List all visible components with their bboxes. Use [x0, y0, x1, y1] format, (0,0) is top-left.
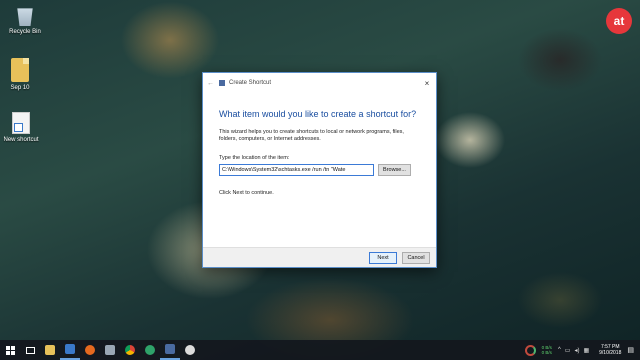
taskbar: 0 B/s 0 B/s ^ ▭ ◂) ▦ 7:57 PM 9/10/2018 ▤ [0, 340, 640, 360]
desktop-app-icon [65, 344, 75, 354]
clock[interactable]: 7:57 PM 9/10/2018 [599, 344, 621, 356]
download-speed: 0 B/s [541, 350, 552, 355]
taskbar-app-explorer[interactable] [40, 340, 60, 360]
file-explorer-icon [45, 345, 55, 355]
store-icon [105, 345, 115, 355]
shortcut-wizard-icon [165, 344, 175, 354]
browse-button[interactable]: Browse... [378, 164, 411, 176]
chevron-up-icon[interactable]: ^ [558, 347, 561, 353]
desktop-icon-label: Sep 10 [10, 85, 30, 91]
continue-hint: Click Next to continue. [219, 190, 274, 196]
photos-icon [185, 345, 195, 355]
network-speed: 0 B/s 0 B/s [542, 345, 552, 355]
dialog-description: This wizard helps you to create shortcut… [219, 129, 404, 142]
location-label: Type the location of the item: [219, 155, 290, 161]
chrome-icon [125, 345, 135, 355]
taskbar-app-store[interactable] [100, 340, 120, 360]
desktop-icon-recycle-bin[interactable]: Recycle Bin [0, 4, 51, 35]
desktop-icon-folder[interactable]: Sep 10 [0, 58, 46, 91]
task-view-icon [25, 346, 35, 354]
taskbar-app-chrome[interactable] [120, 340, 140, 360]
taskbar-app-photos[interactable] [180, 340, 200, 360]
volume-icon[interactable]: ◂) [574, 347, 579, 354]
create-shortcut-dialog: ← Create Shortcut × What item would you … [202, 72, 437, 268]
close-button[interactable]: × [418, 76, 436, 90]
shortcut-wizard-icon [219, 80, 225, 86]
windows-icon [5, 345, 15, 355]
taskbar-app-green[interactable] [140, 340, 160, 360]
taskbar-app-desktop[interactable] [60, 340, 80, 360]
dialog-footer: Next Cancel [203, 247, 436, 267]
site-logo: at [606, 8, 632, 34]
desktop-icon-new-shortcut[interactable]: New shortcut [0, 112, 47, 143]
next-button[interactable]: Next [369, 251, 397, 264]
firefox-icon [85, 345, 95, 355]
app-icon [145, 345, 155, 355]
start-button[interactable] [0, 340, 20, 360]
dialog-titlebar: ← Create Shortcut × [203, 73, 436, 93]
desktop-icon-label: New shortcut [3, 137, 39, 143]
desktop-icon-label: Recycle Bin [9, 29, 41, 35]
shortcut-icon [12, 112, 30, 134]
location-row: Browse... [219, 164, 436, 176]
task-view-button[interactable] [20, 340, 40, 360]
resource-gauge-icon[interactable] [524, 344, 536, 356]
taskbar-app-firefox[interactable] [80, 340, 100, 360]
dialog-title: Create Shortcut [229, 80, 272, 86]
folder-icon [11, 58, 29, 82]
clock-date: 9/10/2018 [599, 350, 622, 356]
back-arrow-icon[interactable]: ← [207, 80, 214, 87]
location-input[interactable] [219, 164, 374, 176]
network-icon[interactable]: ▭ [565, 347, 571, 354]
dialog-heading: What item would you like to create a sho… [219, 109, 417, 119]
keyboard-icon[interactable]: ▦ [583, 347, 589, 354]
system-tray: 0 B/s 0 B/s ^ ▭ ◂) ▦ 7:57 PM 9/10/2018 ▤ [524, 340, 640, 360]
recycle-bin-icon [17, 8, 33, 26]
cancel-button[interactable]: Cancel [402, 251, 430, 264]
notification-icon[interactable]: ▤ [627, 346, 634, 354]
taskbar-app-shortcut-wizard[interactable] [160, 340, 180, 360]
